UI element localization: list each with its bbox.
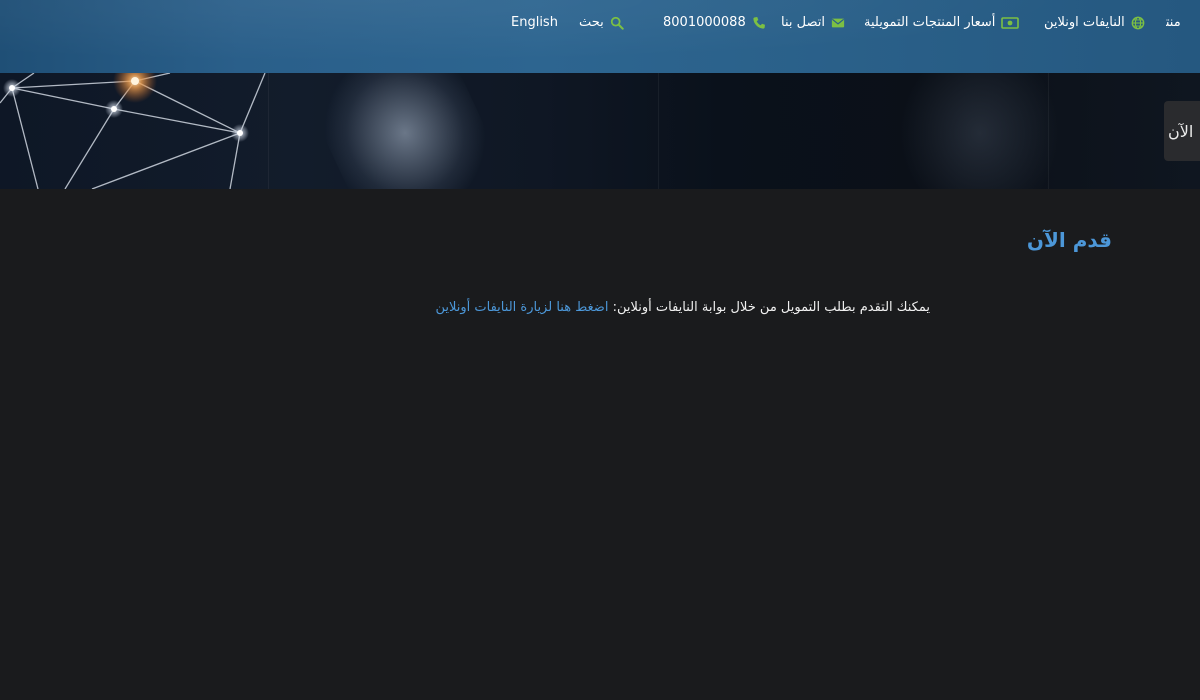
- nav-item-language[interactable]: English: [511, 12, 558, 34]
- nav-item-phone[interactable]: 8001000088: [663, 12, 766, 34]
- nav-item-online[interactable]: النايفات اونلاين: [1044, 12, 1145, 34]
- phone-icon: [752, 16, 766, 30]
- search-icon: [610, 16, 624, 30]
- top-navigation-bar: [0, 0, 1200, 73]
- nav-item-prices[interactable]: أسعار المنتجات التمويلية: [864, 12, 1020, 34]
- intro-text: يمكنك التقدم بطلب التمويل من خلال بوابة …: [612, 300, 930, 315]
- nav-prices-label: أسعار المنتجات التمويلية: [864, 15, 996, 30]
- nav-item-contact[interactable]: اتصل بنا: [781, 12, 845, 34]
- nav-products-label: منتجاتنا: [1166, 15, 1181, 30]
- hero-banner: الآن: [0, 73, 1200, 189]
- network-graphic: [0, 73, 266, 189]
- page-title: قدم الآن: [1026, 228, 1112, 252]
- nav-item-products[interactable]: منتجاتنا: [1166, 12, 1200, 34]
- nav-search-label: بحث: [579, 15, 604, 30]
- money-icon: [1001, 16, 1020, 30]
- envelope-icon: [831, 16, 845, 30]
- nav-contact-label: اتصل بنا: [781, 15, 825, 30]
- hero-side-tab[interactable]: الآن: [1164, 101, 1200, 161]
- language-switch-label: English: [511, 15, 558, 30]
- hero-side-tab-label: الآن: [1168, 121, 1194, 141]
- nav-item-search[interactable]: بحث: [579, 12, 624, 34]
- nav-online-label: النايفات اونلاين: [1044, 15, 1125, 30]
- hero-blur-shape: [900, 73, 1060, 189]
- online-portal-link[interactable]: اضغط هنا لزيارة النايفات أونلاين: [436, 300, 609, 315]
- intro-paragraph: يمكنك التقدم بطلب التمويل من خلال بوابة …: [436, 300, 931, 315]
- globe-icon: [1131, 16, 1145, 30]
- nav-phone-number: 8001000088: [663, 15, 746, 30]
